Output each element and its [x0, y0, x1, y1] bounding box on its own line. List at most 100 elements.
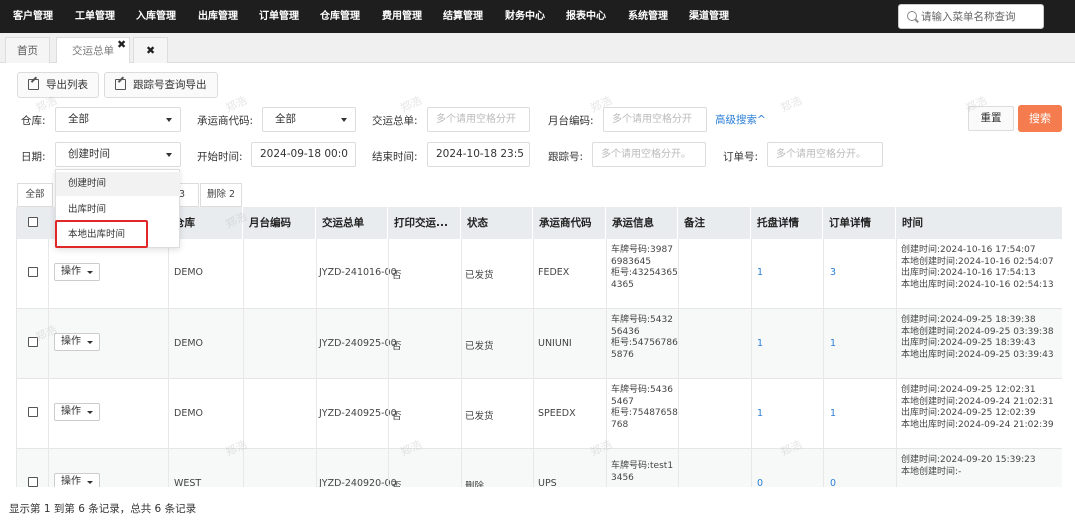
row-checkbox[interactable]	[28, 267, 38, 277]
close-tab-icon[interactable]: ✖	[117, 32, 126, 58]
dropdown-option-outbound-time[interactable]: 出库时间	[56, 198, 180, 222]
cell-status: 已发货	[465, 341, 494, 352]
col-divider	[48, 239, 49, 487]
export-list-label: 导出列表	[46, 79, 88, 91]
col-divider	[168, 239, 169, 487]
top-nav: 客户管理 工单管理 入库管理 出库管理 订单管理 仓库管理 费用管理 结算管理 …	[0, 0, 1075, 33]
warehouse-select[interactable]: 全部	[55, 107, 181, 132]
col-divider	[751, 239, 752, 487]
end-time-input[interactable]: 2024-10-18 23:5	[427, 142, 530, 167]
cell-warehouse: DEMO	[174, 267, 203, 278]
row-action-button[interactable]: 操作	[54, 263, 100, 281]
advanced-search-link[interactable]: 高级搜索^	[715, 112, 766, 127]
cell-status: 已发货	[465, 270, 494, 281]
order-link[interactable]: 0	[830, 478, 836, 487]
table-row: 操作 DEMO JYZD-241016-00 否 已发货 FEDEX 车牌号码:…	[17, 239, 1062, 309]
menu-search[interactable]	[898, 4, 1044, 29]
export-tracking-label: 跟踪号查询导出	[133, 79, 207, 91]
order-link[interactable]: 3	[830, 267, 836, 278]
end-time-label: 结束时间:	[372, 151, 418, 163]
cell-print: 否	[392, 341, 402, 352]
chevron-down-icon	[87, 411, 93, 414]
order-link[interactable]: 1	[830, 408, 836, 419]
row-action-button[interactable]: 操作	[54, 473, 100, 487]
close-all-icon[interactable]: ✖	[146, 38, 155, 64]
pallet-link[interactable]: 1	[757, 408, 763, 419]
row-action-button[interactable]: 操作	[54, 403, 100, 421]
cell-print: 否	[392, 481, 402, 487]
nav-report[interactable]: 报表中心	[566, 0, 606, 33]
tracking-input[interactable]: 多个请用空格分开。	[592, 142, 706, 167]
close-all-tabs[interactable]: ✖	[133, 37, 168, 63]
cell-time: 创建时间:2024-09-20 15:39:23 本地创建时间:-	[901, 455, 1036, 477]
nav-customer[interactable]: 客户管理	[13, 0, 53, 33]
start-time-input[interactable]: 2024-09-18 00:0	[251, 142, 356, 167]
reset-button[interactable]: 重置	[968, 106, 1014, 131]
chevron-down-icon	[87, 341, 93, 344]
tab-home[interactable]: 首页	[5, 37, 50, 63]
chevron-down-icon	[87, 481, 93, 484]
tab-master-order[interactable]: 交运总单 ✖	[56, 37, 130, 63]
row-checkbox[interactable]	[28, 337, 38, 347]
col-time: 时间	[896, 207, 1062, 239]
chevron-down-icon	[166, 118, 172, 122]
cell-info: 车牌号码:5432 56436 柜号:54756786 5876	[611, 315, 678, 360]
col-order: 订单详情	[823, 207, 896, 239]
cell-status: 已发货	[465, 411, 494, 422]
subtab-deleted[interactable]: 删除 2	[200, 183, 242, 207]
order-input[interactable]: 多个请用空格分开。	[767, 142, 883, 167]
export-tracking-button[interactable]: 跟踪号查询导出	[104, 72, 218, 98]
warehouse-select-value: 全部	[68, 113, 89, 125]
cell-master: JYZD-241016-00	[319, 267, 397, 278]
nav-fee[interactable]: 费用管理	[382, 0, 422, 33]
warehouse-label: 仓库:	[21, 115, 46, 127]
col-platform: 月台编码	[243, 207, 316, 239]
col-divider	[243, 239, 244, 487]
master-input[interactable]: 多个请用空格分开	[427, 107, 530, 132]
pallet-link[interactable]: 1	[757, 267, 763, 278]
col-remark: 备注	[678, 207, 751, 239]
nav-workorder[interactable]: 工单管理	[75, 0, 115, 33]
search-button[interactable]: 搜索	[1018, 105, 1062, 132]
menu-search-input[interactable]	[921, 8, 1039, 25]
platform-input[interactable]: 多个请用空格分开	[603, 107, 707, 132]
nav-inbound[interactable]: 入库管理	[136, 0, 176, 33]
cell-master: JYZD-240925-00	[319, 338, 397, 349]
col-divider	[896, 239, 897, 487]
data-table: 仓库 月台编码 交运总单 打印交运... 状态 承运商代码 承运信息 备注 托盘…	[16, 207, 1062, 487]
col-divider	[678, 239, 679, 487]
carrier-label: 承运商代码:	[197, 115, 254, 127]
col-divider	[461, 239, 462, 487]
pallet-link[interactable]: 0	[757, 478, 763, 487]
action-label: 操作	[61, 406, 81, 417]
nav-outbound[interactable]: 出库管理	[198, 0, 238, 33]
row-checkbox[interactable]	[28, 407, 38, 417]
order-link[interactable]: 1	[830, 338, 836, 349]
chevron-down-icon	[87, 271, 93, 274]
nav-settlement[interactable]: 结算管理	[443, 0, 483, 33]
nav-finance[interactable]: 财务中心	[505, 0, 545, 33]
table-row: 操作 DEMO JYZD-240925-00 否 已发货 SPEEDX 车牌号码…	[17, 379, 1062, 449]
nav-system[interactable]: 系统管理	[628, 0, 668, 33]
export-icon	[28, 79, 39, 90]
select-all-checkbox[interactable]	[28, 217, 38, 227]
cell-print: 否	[392, 270, 402, 281]
pallet-link[interactable]: 1	[757, 338, 763, 349]
dropdown-option-create-time[interactable]: 创建时间	[56, 172, 180, 196]
cell-time: 创建时间:2024-10-16 17:54:07 本地创建时间:2024-10-1…	[901, 245, 1054, 290]
subtab-all[interactable]: 全部	[17, 183, 53, 207]
cell-print: 否	[392, 411, 402, 422]
cell-master: JYZD-240920-00	[319, 478, 397, 487]
action-label: 操作	[61, 476, 81, 487]
row-checkbox[interactable]	[28, 477, 38, 487]
col-print: 打印交运...	[388, 207, 461, 239]
export-list-button[interactable]: 导出列表	[17, 72, 99, 98]
tab-bar: 首页 交运总单 ✖ ✖	[0, 33, 1075, 63]
row-action-button[interactable]: 操作	[54, 333, 100, 351]
date-type-select[interactable]: 创建时间	[55, 142, 181, 167]
nav-channel[interactable]: 渠道管理	[689, 0, 729, 33]
nav-warehouse[interactable]: 仓库管理	[320, 0, 360, 33]
col-divider	[823, 239, 824, 487]
carrier-select[interactable]: 全部	[262, 107, 356, 132]
nav-order[interactable]: 订单管理	[259, 0, 299, 33]
